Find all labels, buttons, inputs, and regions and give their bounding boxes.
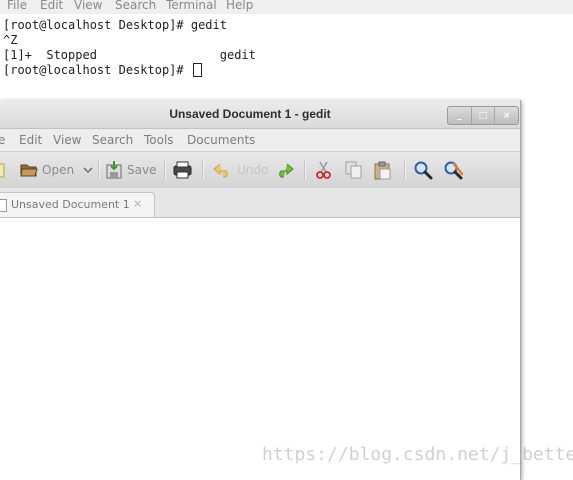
text-editor-area[interactable] xyxy=(0,218,520,480)
redo-icon xyxy=(279,163,294,178)
terminal-menu-terminal[interactable]: Terminal xyxy=(166,0,217,12)
maximize-icon: □ xyxy=(478,110,488,121)
menu-view[interactable]: View xyxy=(53,133,81,147)
window-controls: _ □ × xyxy=(447,106,519,125)
printer-icon xyxy=(173,161,192,179)
undo-label: Undo xyxy=(237,163,269,177)
terminal-prompt: [root@localhost Desktop]# xyxy=(3,63,191,77)
tab-label: Unsaved Document 1 xyxy=(11,198,130,211)
terminal-line: [1]+ Stopped gedit xyxy=(3,48,256,62)
undo-icon xyxy=(213,163,228,178)
copy-icon xyxy=(345,161,362,179)
gedit-toolbar: Open Save Undo xyxy=(0,151,520,189)
terminal-prompt-line: [root@localhost Desktop]# xyxy=(3,63,202,78)
save-icon xyxy=(106,161,122,179)
minimize-button[interactable]: _ xyxy=(448,107,472,124)
terminal-line: [root@localhost Desktop]# gedit xyxy=(3,18,227,32)
terminal-menu-view[interactable]: View xyxy=(74,0,102,12)
toolbar-separator xyxy=(202,160,204,180)
open-recent-dropdown[interactable] xyxy=(82,160,94,180)
undo-button[interactable]: Undo xyxy=(213,160,268,180)
save-label: Save xyxy=(127,163,157,177)
menu-tools[interactable]: Tools xyxy=(144,133,174,147)
cut-button[interactable] xyxy=(315,160,332,180)
toolbar-separator xyxy=(98,160,100,180)
paste-button[interactable] xyxy=(374,160,392,180)
scissors-icon xyxy=(316,161,331,179)
search-icon xyxy=(414,161,433,179)
maximize-button[interactable]: □ xyxy=(472,107,496,124)
menu-edit[interactable]: Edit xyxy=(19,133,42,147)
save-button[interactable]: Save xyxy=(106,160,156,180)
terminal-cursor xyxy=(192,63,202,77)
terminal-line: ^Z xyxy=(3,33,18,47)
document-tab-bar: Unsaved Document 1 × xyxy=(0,188,520,218)
copy-button[interactable] xyxy=(345,160,362,180)
terminal-menu-help[interactable]: Help xyxy=(226,0,253,12)
terminal-menu-search[interactable]: Search xyxy=(115,0,156,12)
toolbar-separator xyxy=(304,160,306,180)
close-button[interactable]: × xyxy=(495,107,518,124)
menu-file[interactable]: e xyxy=(0,133,5,147)
minimize-icon: _ xyxy=(457,110,462,121)
folder-open-icon xyxy=(20,164,38,177)
tab-close-icon[interactable]: × xyxy=(133,197,142,210)
menu-documents[interactable]: Documents xyxy=(187,133,255,147)
tab-unsaved-document-1[interactable]: Unsaved Document 1 × xyxy=(0,192,155,217)
gedit-menubar: e Edit View Search Tools Documents xyxy=(0,129,520,151)
open-button[interactable]: Open xyxy=(20,160,74,180)
chevron-down-icon xyxy=(83,167,93,174)
open-label: Open xyxy=(42,163,75,177)
new-document-icon xyxy=(0,163,5,178)
paste-icon xyxy=(374,161,391,179)
terminal-menu-file[interactable]: File xyxy=(7,0,27,12)
find-replace-button[interactable] xyxy=(444,160,464,180)
find-replace-icon xyxy=(444,161,464,179)
new-button[interactable] xyxy=(0,160,6,180)
terminal-menubar: File Edit View Search Terminal Help xyxy=(0,0,573,14)
find-button[interactable] xyxy=(414,160,433,180)
toolbar-separator xyxy=(404,160,406,180)
terminal-menu-edit[interactable]: Edit xyxy=(40,0,63,12)
gedit-window: Unsaved Document 1 - gedit _ □ × e Edit … xyxy=(0,100,521,480)
close-icon: × xyxy=(502,110,511,121)
menu-search[interactable]: Search xyxy=(92,133,133,147)
watermark-url: https://blog.csdn.net/j_better xyxy=(262,444,573,465)
print-button[interactable] xyxy=(173,160,192,180)
gedit-titlebar[interactable]: Unsaved Document 1 - gedit _ □ × xyxy=(0,100,520,129)
window-title: Unsaved Document 1 - gedit xyxy=(169,107,331,121)
toolbar-separator xyxy=(164,160,166,180)
redo-button[interactable] xyxy=(274,160,294,180)
document-icon xyxy=(0,199,7,212)
